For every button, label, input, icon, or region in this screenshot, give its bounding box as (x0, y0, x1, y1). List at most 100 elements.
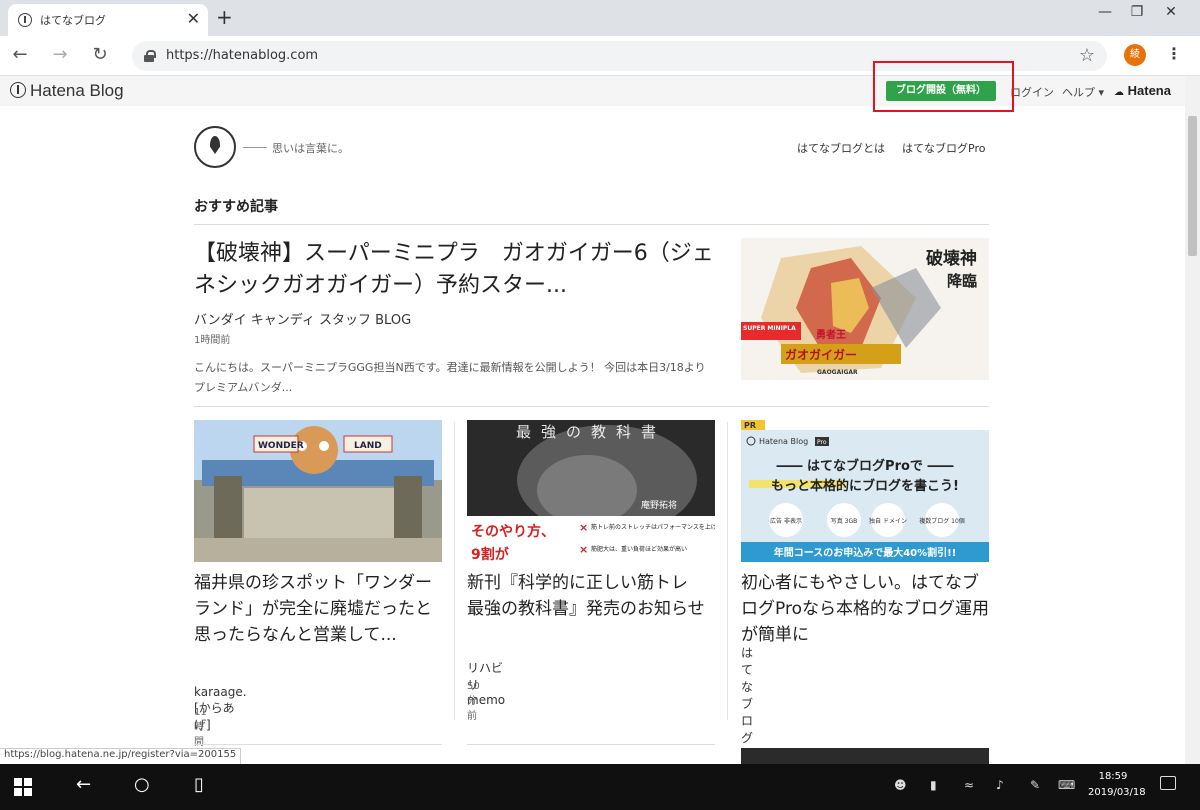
hatena-favicon-icon (18, 13, 32, 27)
notification-center-icon[interactable] (1160, 776, 1176, 790)
divider (467, 744, 715, 745)
article-time: 50分前 (467, 681, 480, 722)
close-window-icon[interactable]: ✕ (1156, 4, 1186, 20)
image-text-kourin: 降臨 (947, 272, 977, 290)
new-tab-button[interactable]: + (216, 6, 233, 28)
hatena-pro-banner: PR Hatena Blog Pro ―― はてなブログProで ―― もっと本… (741, 420, 989, 562)
help-menu[interactable]: ヘルプ ▾ (1062, 84, 1104, 100)
featured-article-time: 1時間前 (194, 335, 231, 346)
windows-start-icon[interactable] (14, 778, 32, 796)
highlight-annotation-box (873, 61, 1014, 112)
image-text-pro: Pro (817, 439, 827, 446)
image-text-gaogaigar: ガオガイガー (785, 347, 857, 362)
cross-mark-icon: × (579, 543, 588, 556)
card-separator (727, 422, 728, 720)
reload-icon[interactable]: ↻ (88, 44, 112, 65)
back-icon[interactable]: ← (76, 774, 91, 795)
tagline: 思いは言葉に。 (272, 142, 349, 155)
kebab-menu-icon[interactable]: ⋮ (1166, 44, 1182, 63)
scrollbar-thumb[interactable] (1188, 116, 1197, 256)
image-text-yushaou: 勇者王 (816, 328, 846, 341)
feature-photo: 写真 3GB (831, 517, 858, 525)
status-bar-url: https://blog.hatena.ne.jp/register?via=2… (0, 748, 242, 764)
task-view-icon[interactable]: ▯ (194, 774, 204, 795)
hatena-logo-icon (10, 82, 26, 98)
cross-mark-icon: × (579, 521, 588, 534)
image-text-line2: もっと本格的にブログを書こう! (771, 478, 959, 494)
image-text-superminipla: SUPER MINIPLA (743, 325, 796, 332)
image-text-line1: ―― はてなブログProで ―― (777, 458, 954, 474)
article-thumbnail[interactable]: 最強の教科書 庵野拓将 そのやり方、 9割が × 筋トレ前のストレッチはパフォー… (467, 420, 715, 562)
promo-source[interactable]: はてなブログ (741, 644, 753, 746)
keyboard-icon[interactable]: ⌨ (1058, 778, 1075, 792)
promo-title[interactable]: 初心者にもやさしい。はてなブログProなら本格的なブログ運用が簡単に (741, 570, 991, 648)
back-arrow-icon[interactable]: ← (8, 44, 32, 65)
browser-tab[interactable]: はてなブログ ✕ (8, 4, 208, 36)
next-row-thumbnail[interactable] (741, 748, 989, 764)
volume-icon[interactable]: ♪ (996, 778, 1004, 792)
robot-illustration: 破壊神 降臨 SUPER MINIPLA 勇者王 ガオガイガー GAOGAIGA… (741, 238, 989, 380)
pen-nib-logo-icon (194, 126, 236, 168)
people-icon[interactable]: ☻ (894, 778, 907, 792)
tab-title: はてなブログ (40, 14, 106, 27)
tagline-dash (243, 147, 267, 148)
clock-time: 18:59 (1098, 771, 1128, 782)
clock-date: 2019/03/18 (1088, 787, 1146, 798)
wonderland-gate-photo: WONDER LAND (194, 420, 442, 562)
profile-avatar[interactable]: 綾 (1124, 44, 1146, 66)
pro-link[interactable]: はてなブログPro (902, 140, 985, 156)
hatena-blog-logo[interactable]: Hatena Blog (10, 81, 124, 101)
image-text-banner: 年間コースのお申込みで最大40%割引!! (774, 546, 957, 559)
feature-domain: 独自 ドメイン (869, 517, 907, 525)
section-title: おすすめ記事 (194, 199, 278, 215)
pen-icon[interactable]: ✎ (1030, 778, 1040, 792)
image-text-author: 庵野拓将 (641, 499, 677, 511)
cortana-circle-icon[interactable]: ○ (134, 774, 150, 795)
url-text[interactable]: https://hatenablog.com (166, 48, 318, 63)
close-tab-icon[interactable]: ✕ (187, 9, 200, 29)
divider (194, 744, 442, 745)
card-separator (454, 422, 455, 720)
featured-article-thumbnail[interactable]: 破壊神 降臨 SUPER MINIPLA 勇者王 ガオガイガー GAOGAIGA… (741, 238, 989, 380)
hatena-brand-label: Hatena (1127, 83, 1171, 98)
featured-article-source[interactable]: バンダイ キャンディ スタッフ BLOG (194, 309, 411, 328)
image-text-title: 最強の教科書 (516, 423, 666, 441)
forward-arrow-icon[interactable]: → (48, 44, 72, 65)
pr-badge: PR (744, 421, 756, 430)
bookmark-star-icon[interactable]: ☆ (1079, 45, 1095, 66)
battery-icon[interactable]: ▮ (930, 778, 937, 792)
windows-taskbar: ← ○ ▯ ☻ ▮ ≈ ♪ ✎ ⌨ 18:59 2019/03/18 (0, 764, 1200, 810)
featured-article-title[interactable]: 【破壊神】スーパーミニプラ ガオガイガー6（ジェネシックガオガイガー）予約スター… (194, 238, 714, 302)
image-text-wonder: WONDER (258, 441, 304, 451)
logo-text: Hatena Blog (30, 81, 124, 100)
article-title[interactable]: 福井県の珍スポット「ワンダーランド」が完全に廃墟だったと思ったらなんと営業して.… (194, 570, 444, 648)
image-text-9wari: 9割が (471, 546, 510, 562)
feature-no-ads: 広告 非表示 (770, 517, 802, 525)
minimize-icon[interactable]: — (1090, 4, 1120, 20)
image-text-logo: Hatena Blog (759, 437, 808, 446)
divider (194, 224, 989, 225)
feature-blogs: 複数ブログ 10個 (919, 517, 965, 525)
wifi-icon[interactable]: ≈ (964, 778, 974, 792)
restore-icon[interactable]: ❐ (1122, 4, 1152, 20)
article-thumbnail[interactable]: WONDER LAND (194, 420, 442, 562)
image-text-point1: 筋トレ前のストレッチはパフォーマンスを上げる (591, 523, 715, 531)
taskbar-clock[interactable]: 18:59 2019/03/18 (1088, 769, 1146, 801)
image-text-hakaishin: 破壊神 (926, 248, 977, 269)
divider (194, 406, 989, 407)
image-text-gaogaigar-en: GAOGAIGAR (817, 369, 858, 376)
lock-icon[interactable] (144, 50, 156, 62)
image-text-sono: そのやり方、 (471, 523, 555, 540)
login-link[interactable]: ログイン (1010, 84, 1054, 100)
image-text-land: LAND (354, 441, 382, 451)
featured-article-excerpt[interactable]: こんにちは。スーパーミニプラGGG担当N西です。君達に最新情報を公開しよう！ 今… (194, 358, 709, 398)
browser-toolbar: ← → ↻ https://hatenablog.com ☆ 綾 ⋮ (0, 36, 1200, 76)
image-text-point2: 筋肥大は、重い負荷ほど効果が高い (591, 545, 687, 553)
browser-tabstrip: はてなブログ ✕ + — ❐ ✕ (0, 0, 1200, 36)
promo-thumbnail[interactable]: PR Hatena Blog Pro ―― はてなブログProで ―― もっと本… (741, 420, 989, 562)
hatena-brand-link[interactable]: ☁ Hatena (1114, 83, 1171, 98)
page-scrollbar[interactable] (1185, 76, 1200, 764)
about-link[interactable]: はてなブログとは (797, 140, 885, 156)
article-title[interactable]: 新刊『科学的に正しい筋トレ 最強の教科書』発売のお知らせ (467, 570, 717, 622)
book-cover-image: 最強の教科書 庵野拓将 そのやり方、 9割が × 筋トレ前のストレッチはパフォー… (467, 420, 715, 562)
